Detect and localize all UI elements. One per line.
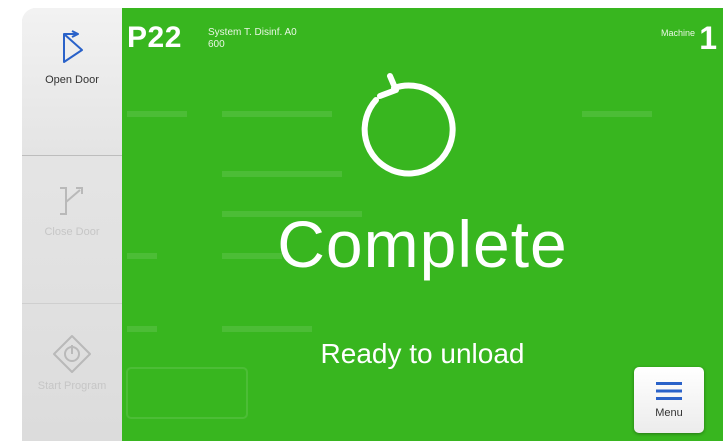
start-program-label: Start Program: [37, 380, 107, 392]
start-program-button[interactable]: Start Program: [22, 304, 122, 441]
status-subtitle: Ready to unload: [320, 338, 525, 369]
sidebar: Open Door Close Door Start Program: [22, 8, 122, 441]
cycle-complete-icon: [361, 73, 456, 177]
close-door-icon: [60, 187, 83, 215]
machine-label: Machine: [660, 28, 695, 38]
status-title: Complete: [277, 207, 568, 281]
start-program-icon: [53, 335, 91, 373]
program-code: P22: [127, 21, 182, 54]
close-door-label: Close Door: [44, 226, 100, 238]
machine-screen: Open Door Close Door Start Program P22 S…: [0, 0, 723, 441]
program-name-line1: System T. Disinf. A0: [208, 27, 297, 38]
menu-button[interactable]: Menu: [634, 367, 704, 433]
program-name-line2: 600: [208, 39, 225, 50]
status-panel: P22 System T. Disinf. A0 600 Machine 1 C…: [122, 8, 723, 441]
hamburger-menu-icon: [656, 382, 682, 400]
close-door-button[interactable]: Close Door: [22, 156, 122, 304]
menu-label: Menu: [655, 407, 683, 419]
open-door-label: Open Door: [45, 74, 99, 86]
open-door-button[interactable]: Open Door: [22, 8, 122, 156]
program-name: System T. Disinf. A0 600: [208, 27, 297, 51]
machine-number: 1: [699, 20, 717, 56]
open-door-icon: [63, 30, 83, 63]
